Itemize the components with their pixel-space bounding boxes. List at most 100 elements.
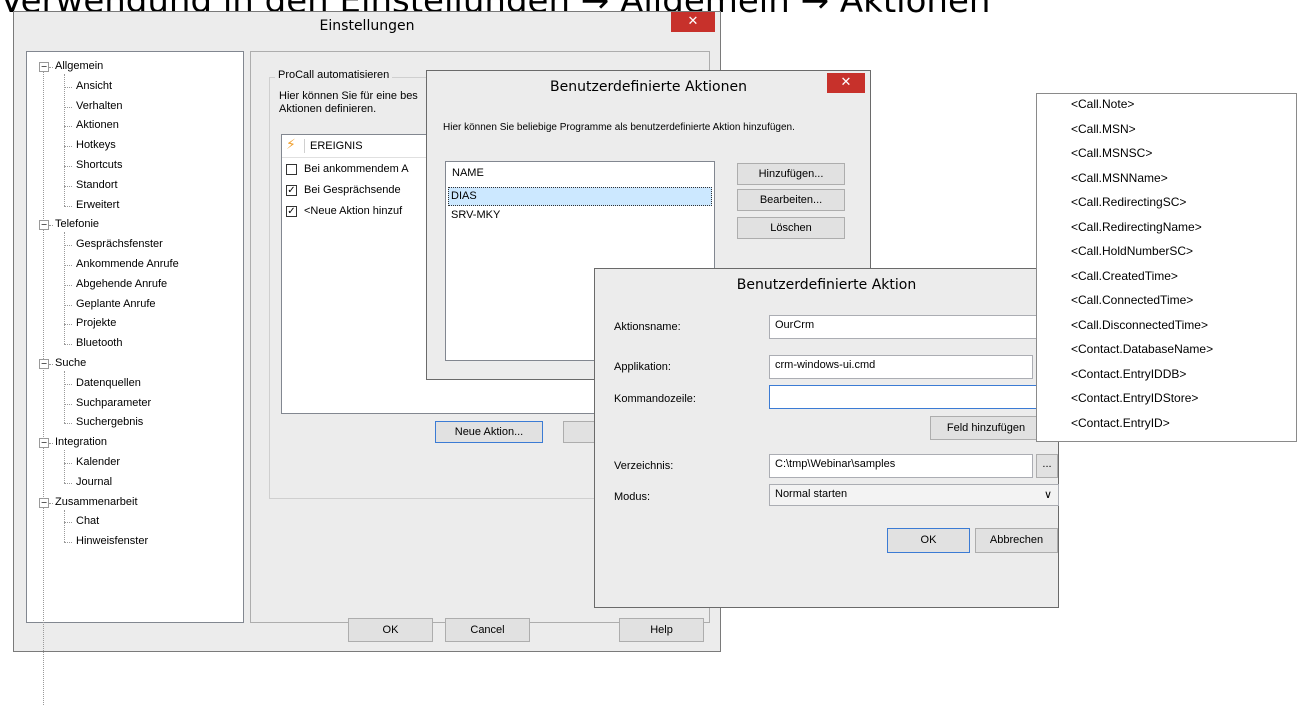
tree-item[interactable]: Abgehende Anrufe xyxy=(76,278,167,290)
tree-item[interactable]: Chat xyxy=(76,515,99,527)
tree-connector xyxy=(49,364,53,365)
tree-group-label[interactable]: Telefonie xyxy=(55,218,99,230)
tree-connector xyxy=(64,185,72,187)
ok-button[interactable]: OK xyxy=(348,618,433,642)
field-popup-item[interactable]: <Call.DisconnectedTime> xyxy=(1071,318,1208,332)
actions-dialog-titlebar: Benutzerdefinierte Aktionen ✕ xyxy=(427,71,870,101)
name-label: Aktionsname: xyxy=(614,321,681,333)
add-field-button[interactable]: Feld hinzufügen xyxy=(930,416,1042,440)
tree-connector xyxy=(49,443,53,445)
tree-item[interactable]: Suchparameter xyxy=(76,397,151,409)
tree-connector xyxy=(64,403,72,405)
field-popup-item[interactable]: <Contact.EntryIDStore> xyxy=(1071,391,1198,405)
tree-connector xyxy=(64,106,72,108)
tree-connector xyxy=(64,74,65,206)
field-popup-item[interactable]: <Contact.EntryIDDB> xyxy=(1071,367,1186,381)
dir-field[interactable]: C:\tmp\Webinar\samples xyxy=(769,454,1033,478)
name-field[interactable]: OurCrm xyxy=(769,315,1059,339)
field-popup-item[interactable]: <Contact.EntryID> xyxy=(1071,416,1170,430)
field-popup-item[interactable]: <Call.HoldNumberSC> xyxy=(1071,244,1193,258)
tree-connector xyxy=(64,324,72,326)
tree-connector xyxy=(64,344,72,346)
action-dialog-titlebar: Benutzerdefinierte Aktion xyxy=(595,269,1058,299)
procall-group-title: ProCall automatisieren xyxy=(275,69,393,81)
tree-connector xyxy=(64,146,72,148)
event-label[interactable]: Bei ankommendem A xyxy=(304,163,409,175)
app-field[interactable]: crm-windows-ui.cmd xyxy=(769,355,1033,379)
tree-connector xyxy=(64,509,65,543)
field-popup-item[interactable]: <Call.CreatedTime> xyxy=(1071,269,1178,283)
tree-expander[interactable]: − xyxy=(39,497,49,508)
field-popup-item[interactable]: <Call.ConnectedTime> xyxy=(1071,293,1193,307)
field-popup-item[interactable]: <Call.RedirectingSC> xyxy=(1071,195,1186,209)
new-action-button[interactable]: Neue Aktion... xyxy=(435,421,543,443)
field-popup-item[interactable]: <Call.MSN> xyxy=(1071,122,1136,136)
settings-close-button[interactable]: ✕ xyxy=(671,12,715,32)
tree-item[interactable]: Aktionen xyxy=(76,119,119,131)
tree-group-label[interactable]: Zusammenarbeit xyxy=(55,496,138,508)
tree-item[interactable]: Ankommende Anrufe xyxy=(76,258,179,270)
dir-label: Verzeichnis: xyxy=(614,460,674,472)
tree-expander[interactable]: − xyxy=(39,438,49,449)
tree-item[interactable]: Gesprächsfenster xyxy=(76,238,163,250)
tree-item[interactable]: Hinweisfenster xyxy=(76,535,148,547)
tree-connector xyxy=(64,86,72,88)
event-label[interactable]: Bei Gesprächsende xyxy=(304,184,401,196)
tree-group-label[interactable]: Allgemein xyxy=(55,60,103,72)
tree-item[interactable]: Shortcuts xyxy=(76,159,122,171)
tree-connector xyxy=(64,166,72,167)
tree-group-label[interactable]: Suche xyxy=(55,357,86,369)
tree-connector xyxy=(64,284,72,286)
browse-button[interactable]: ... xyxy=(1036,454,1058,478)
tree-item[interactable]: Suchergebnis xyxy=(76,416,143,428)
event-checkbox[interactable] xyxy=(286,164,297,175)
tree-connector xyxy=(64,126,72,128)
tree-connector xyxy=(64,383,72,385)
settings-tree: − Allgemein Ansicht Verhalten Aktionen Hotkey… xyxy=(26,51,244,705)
tree-expander[interactable]: − xyxy=(39,220,49,231)
tree-item[interactable]: Hotkeys xyxy=(76,139,116,151)
tree-item[interactable]: Verhalten xyxy=(76,100,122,112)
event-checkbox[interactable]: ✓ xyxy=(286,185,297,196)
actions-dialog-close-button[interactable]: ✕ xyxy=(827,73,865,93)
tree-item[interactable]: Projekte xyxy=(76,317,116,329)
tree-expander[interactable]: − xyxy=(39,62,49,72)
mode-select[interactable]: Normal starten ∨ xyxy=(769,484,1059,506)
tree-item[interactable]: Kalender xyxy=(76,456,120,468)
field-popup-item[interactable]: <Call.Note> xyxy=(1071,97,1134,111)
actions-list-item[interactable]: SRV-MKY xyxy=(448,207,712,226)
tree-item[interactable]: Datenquellen xyxy=(76,377,141,389)
event-label[interactable]: <Neue Aktion hinzuf xyxy=(304,205,402,217)
tree-connector xyxy=(64,304,72,306)
help-button[interactable]: Help xyxy=(619,618,704,642)
field-popup-item[interactable]: <Call.MSNName> xyxy=(1071,171,1168,185)
actions-dialog-title: Benutzerdefinierte Aktionen xyxy=(550,79,747,95)
action-ok-button[interactable]: OK xyxy=(887,528,970,553)
action-dialog-title: Benutzerdefinierte Aktion xyxy=(736,277,917,293)
tree-item[interactable]: Bluetooth xyxy=(76,337,122,349)
tree-connector xyxy=(49,502,53,504)
tree-group-label[interactable]: Integration xyxy=(55,436,107,448)
actions-list-item[interactable]: DIAS xyxy=(448,187,712,206)
tree-item[interactable]: Geplante Anrufe xyxy=(76,298,156,310)
tree-item[interactable]: Standort xyxy=(76,179,118,191)
field-popup-item[interactable]: <Call.RedirectingName> xyxy=(1071,220,1202,234)
action-cancel-button[interactable]: Abbrechen xyxy=(975,528,1058,553)
edit-button[interactable]: Bearbeiten... xyxy=(737,189,845,211)
cmd-field[interactable] xyxy=(769,385,1059,409)
description-line2: Aktionen definieren. xyxy=(279,103,377,115)
settings-titlebar: Einstellungen ✕ xyxy=(14,12,720,42)
cancel-button[interactable]: Cancel xyxy=(445,618,530,642)
event-checkbox[interactable]: ✓ xyxy=(286,206,297,217)
tree-connector xyxy=(64,423,72,425)
field-popup-item[interactable]: <Call.MSNSC> xyxy=(1071,146,1152,160)
field-popup-item[interactable]: <Contact.DatabaseName> xyxy=(1071,342,1213,356)
delete-button[interactable]: Löschen xyxy=(737,217,845,239)
lightning-icon: ⚡ xyxy=(286,137,296,153)
add-button[interactable]: Hinzufügen... xyxy=(737,163,845,185)
tree-item[interactable]: Journal xyxy=(76,476,112,488)
tree-expander[interactable]: − xyxy=(39,359,49,369)
tree-item[interactable]: Ansicht xyxy=(76,80,112,92)
tree-item[interactable]: Erweitert xyxy=(76,199,119,211)
tree-connector xyxy=(64,542,72,544)
